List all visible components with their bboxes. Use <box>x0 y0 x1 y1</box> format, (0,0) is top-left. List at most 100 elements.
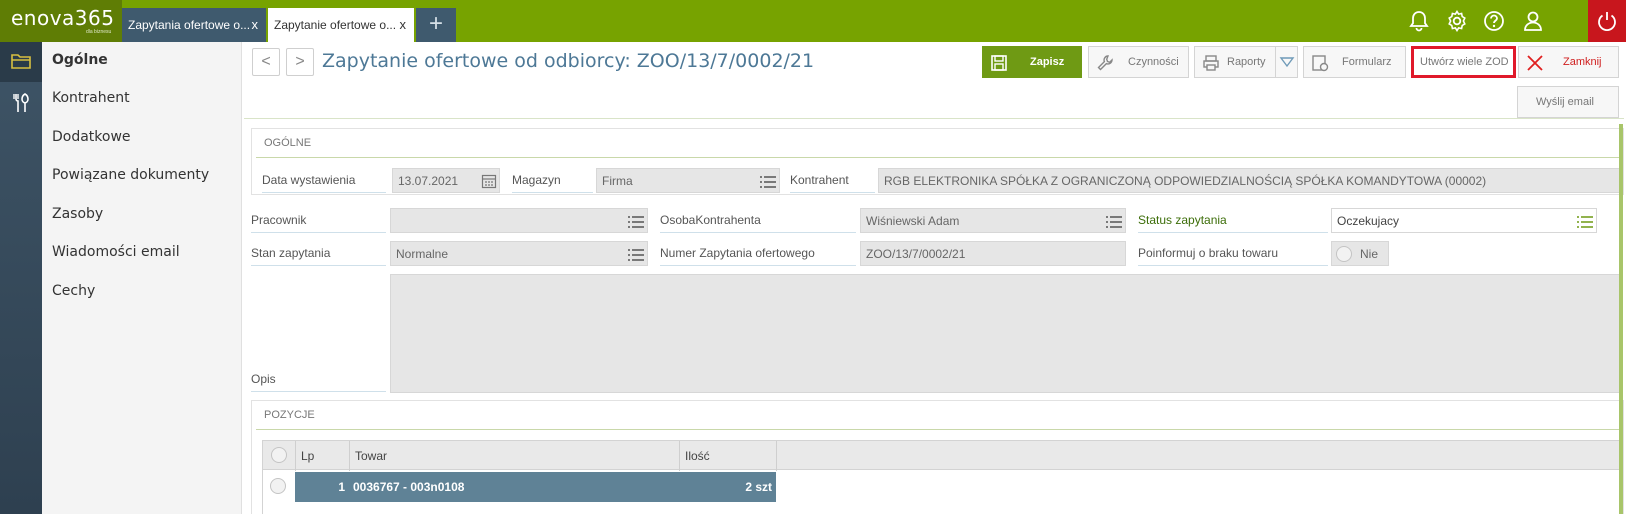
request-number-field[interactable]: ZOO/13/7/0002/21 <box>860 241 1126 266</box>
description-field[interactable] <box>390 274 1623 393</box>
tab-label: Zapytania ofertowe o... <box>128 18 251 32</box>
scrollbar[interactable] <box>1619 124 1623 514</box>
section-rule <box>256 429 1623 430</box>
printer-icon <box>1203 55 1219 71</box>
tab-close-button[interactable]: x <box>252 17 259 32</box>
tab-label: Zapytanie ofertowe o... <box>274 18 397 32</box>
folder-icon[interactable] <box>0 42 42 82</box>
tab-request-detail[interactable]: Zapytanie ofertowe o... x <box>268 8 414 42</box>
row-item: 0036767 - 003n0108 <box>353 480 465 494</box>
wrench-icon <box>1097 55 1113 71</box>
header-separator <box>244 118 1624 119</box>
status-label: Status zapytania <box>1138 208 1328 233</box>
list-icon[interactable] <box>760 176 776 188</box>
column-header-quantity[interactable]: Ilość <box>680 441 777 471</box>
contractor-field[interactable]: RGB ELEKTRONIKA SPÓŁKA Z OGRANICZONĄ ODP… <box>878 168 1622 193</box>
row-quantity: 2 szt <box>745 480 772 494</box>
status-value: Oczekujacy <box>1337 214 1400 228</box>
send-email-button[interactable]: Wyślij email <box>1517 86 1619 118</box>
nav-item-resources[interactable]: Zasoby <box>52 206 103 230</box>
save-label: Zapisz <box>1030 56 1065 68</box>
request-number-value: ZOO/13/7/0002/21 <box>866 247 966 261</box>
close-button[interactable]: Zamknij <box>1518 46 1619 78</box>
warehouse-field[interactable]: Firma <box>596 168 780 193</box>
employee-field[interactable] <box>390 208 648 233</box>
chevron-down-icon[interactable] <box>1279 56 1295 68</box>
notify-radio[interactable] <box>1336 246 1352 262</box>
contact-person-label: OsobaKontrahenta <box>660 208 856 233</box>
contractor-value: RGB ELEKTRONIKA SPÓŁKA Z OGRANICZONĄ ODP… <box>884 174 1487 188</box>
nav-item-general[interactable]: Ogólne <box>52 52 108 76</box>
notify-value: Nie <box>1360 247 1379 261</box>
contractor-label: Kontrahent <box>790 168 875 193</box>
section-title: POZYCJE <box>264 409 315 421</box>
close-label: Zamknij <box>1563 56 1602 68</box>
row-lp: 1 <box>338 480 345 494</box>
reports-divider <box>1275 47 1276 77</box>
state-field[interactable]: Normalne <box>390 241 648 266</box>
select-all-cell[interactable] <box>263 441 296 471</box>
help-icon[interactable] <box>1474 0 1514 42</box>
date-value: 13.07.2021 <box>398 174 459 188</box>
create-many-zod-button[interactable]: Utwórz wiele ZOD <box>1411 46 1516 78</box>
request-number-label: Numer Zapytania ofertowego <box>660 241 856 266</box>
app-logo[interactable]: enova365 dla biznesu <box>0 0 122 42</box>
state-label: Stan zapytania <box>251 241 386 266</box>
section-rule <box>256 157 1623 158</box>
tab-close-button[interactable]: x <box>400 17 407 32</box>
state-value: Normalne <box>396 247 449 261</box>
tab-request-list[interactable]: Zapytania ofertowe o... x <box>122 8 266 42</box>
table-row[interactable]: 1 0036767 - 003n0108 2 szt <box>295 472 776 502</box>
user-icon[interactable] <box>1513 0 1553 42</box>
notify-toggle[interactable]: Nie <box>1331 241 1389 266</box>
save-button[interactable]: Zapisz <box>982 46 1082 78</box>
column-header-item[interactable]: Towar <box>350 441 680 471</box>
reports-label: Raporty <box>1227 56 1266 68</box>
date-field[interactable]: 13.07.2021 <box>392 168 500 193</box>
column-header-lp[interactable]: Lp <box>296 441 350 471</box>
list-icon[interactable] <box>628 216 644 228</box>
forward-button[interactable]: > <box>286 48 314 76</box>
select-all-radio[interactable] <box>271 447 287 463</box>
send-email-label: Wyślij email <box>1536 96 1594 108</box>
back-button[interactable]: < <box>252 48 280 76</box>
close-x-icon <box>1527 55 1543 71</box>
save-icon <box>991 55 1007 71</box>
nav-item-related-documents[interactable]: Powiązane dokumenty <box>52 167 209 191</box>
add-tab-button[interactable]: + <box>416 8 456 42</box>
create-many-zod-label: Utwórz wiele ZOD <box>1420 56 1509 68</box>
status-field[interactable]: Oczekujacy <box>1331 208 1597 233</box>
grid-header: Lp Towar Ilość <box>262 440 1623 471</box>
section-title: OGÓLNE <box>264 137 312 149</box>
power-icon[interactable] <box>1588 0 1626 42</box>
description-label: Opis <box>251 367 386 392</box>
form-label: Formularz <box>1342 56 1392 68</box>
warehouse-label: Magazyn <box>512 168 593 193</box>
nav-item-features[interactable]: Cechy <box>52 283 95 307</box>
nav-item-email-messages[interactable]: Wiadomości email <box>52 244 180 268</box>
tools-icon[interactable] <box>0 82 42 122</box>
list-icon[interactable] <box>1577 216 1593 228</box>
module-strip <box>0 42 42 514</box>
bell-icon[interactable] <box>1399 0 1439 42</box>
warehouse-value: Firma <box>602 174 633 188</box>
nav-item-contractor[interactable]: Kontrahent <box>52 90 130 114</box>
calendar-icon[interactable] <box>481 173 497 189</box>
row-select-radio[interactable] <box>270 478 286 494</box>
app-brand: enova365 <box>11 6 115 30</box>
contact-person-field[interactable]: Wiśniewski Adam <box>860 208 1126 233</box>
list-icon[interactable] <box>628 249 644 261</box>
gear-icon[interactable] <box>1437 0 1477 42</box>
contact-person-value: Wiśniewski Adam <box>866 214 960 228</box>
list-icon[interactable] <box>1106 216 1122 228</box>
date-label: Data wystawienia <box>262 168 386 193</box>
employee-label: Pracownik <box>251 208 386 233</box>
reports-button[interactable]: Raporty <box>1194 46 1298 78</box>
app-tagline: dla biznesu <box>86 29 112 35</box>
form-button[interactable]: Formularz <box>1303 46 1406 78</box>
nav-item-additional[interactable]: Dodatkowe <box>52 129 131 153</box>
page-title: Zapytanie ofertowe od odbiorcy: ZOO/13/7… <box>322 50 815 72</box>
form-icon <box>1312 55 1329 72</box>
actions-label: Czynności <box>1128 56 1179 68</box>
actions-button[interactable]: Czynności <box>1088 46 1189 78</box>
